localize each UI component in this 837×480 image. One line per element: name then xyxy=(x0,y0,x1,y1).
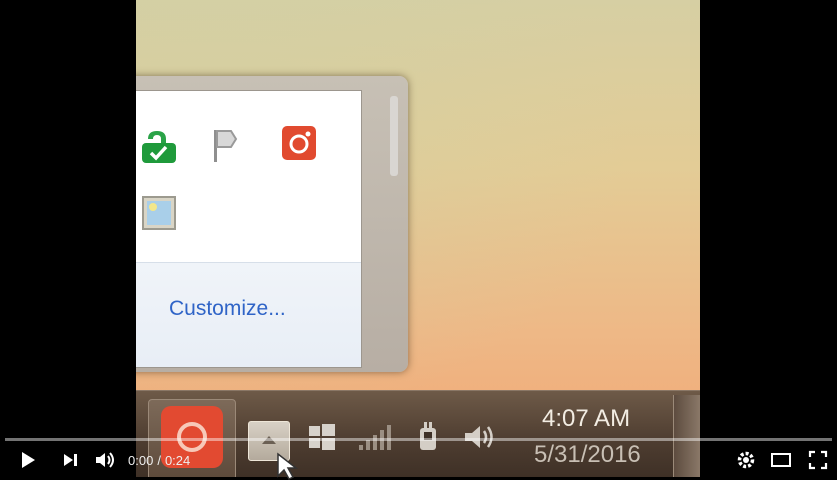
time-display: 0:00/0:24 xyxy=(128,453,190,468)
time-separator: / xyxy=(157,453,161,468)
overflow-icon-grid xyxy=(136,91,361,263)
security-check-icon[interactable] xyxy=(139,127,179,167)
current-time: 0:00 xyxy=(128,453,154,468)
play-icon[interactable] xyxy=(16,449,40,471)
video-player[interactable]: Customize... 4:07 AM 5/31/2016 0:00 / 0:… xyxy=(0,0,837,480)
volume-icon[interactable] xyxy=(92,449,118,471)
duration: 0:24 xyxy=(164,453,191,468)
next-icon[interactable] xyxy=(58,449,82,471)
image-icon[interactable] xyxy=(139,193,179,233)
video-frame: Customize... 4:07 AM 5/31/2016 xyxy=(136,0,700,477)
customize-section: Customize... xyxy=(136,262,361,367)
clock-time[interactable]: 4:07 AM xyxy=(542,405,630,433)
notification-overflow-popup: Customize... xyxy=(136,76,408,372)
fullscreen-icon[interactable] xyxy=(806,449,830,471)
app-red-icon[interactable] xyxy=(279,123,319,163)
action-center-flag-icon[interactable] xyxy=(209,125,249,165)
player-controls: 0:00/0:24 xyxy=(0,441,837,477)
overflow-panel: Customize... xyxy=(136,90,362,368)
popup-scrollbar[interactable] xyxy=(390,96,398,176)
theater-icon[interactable] xyxy=(768,449,794,471)
customize-link[interactable]: Customize... xyxy=(169,297,286,321)
settings-icon[interactable] xyxy=(734,449,758,471)
